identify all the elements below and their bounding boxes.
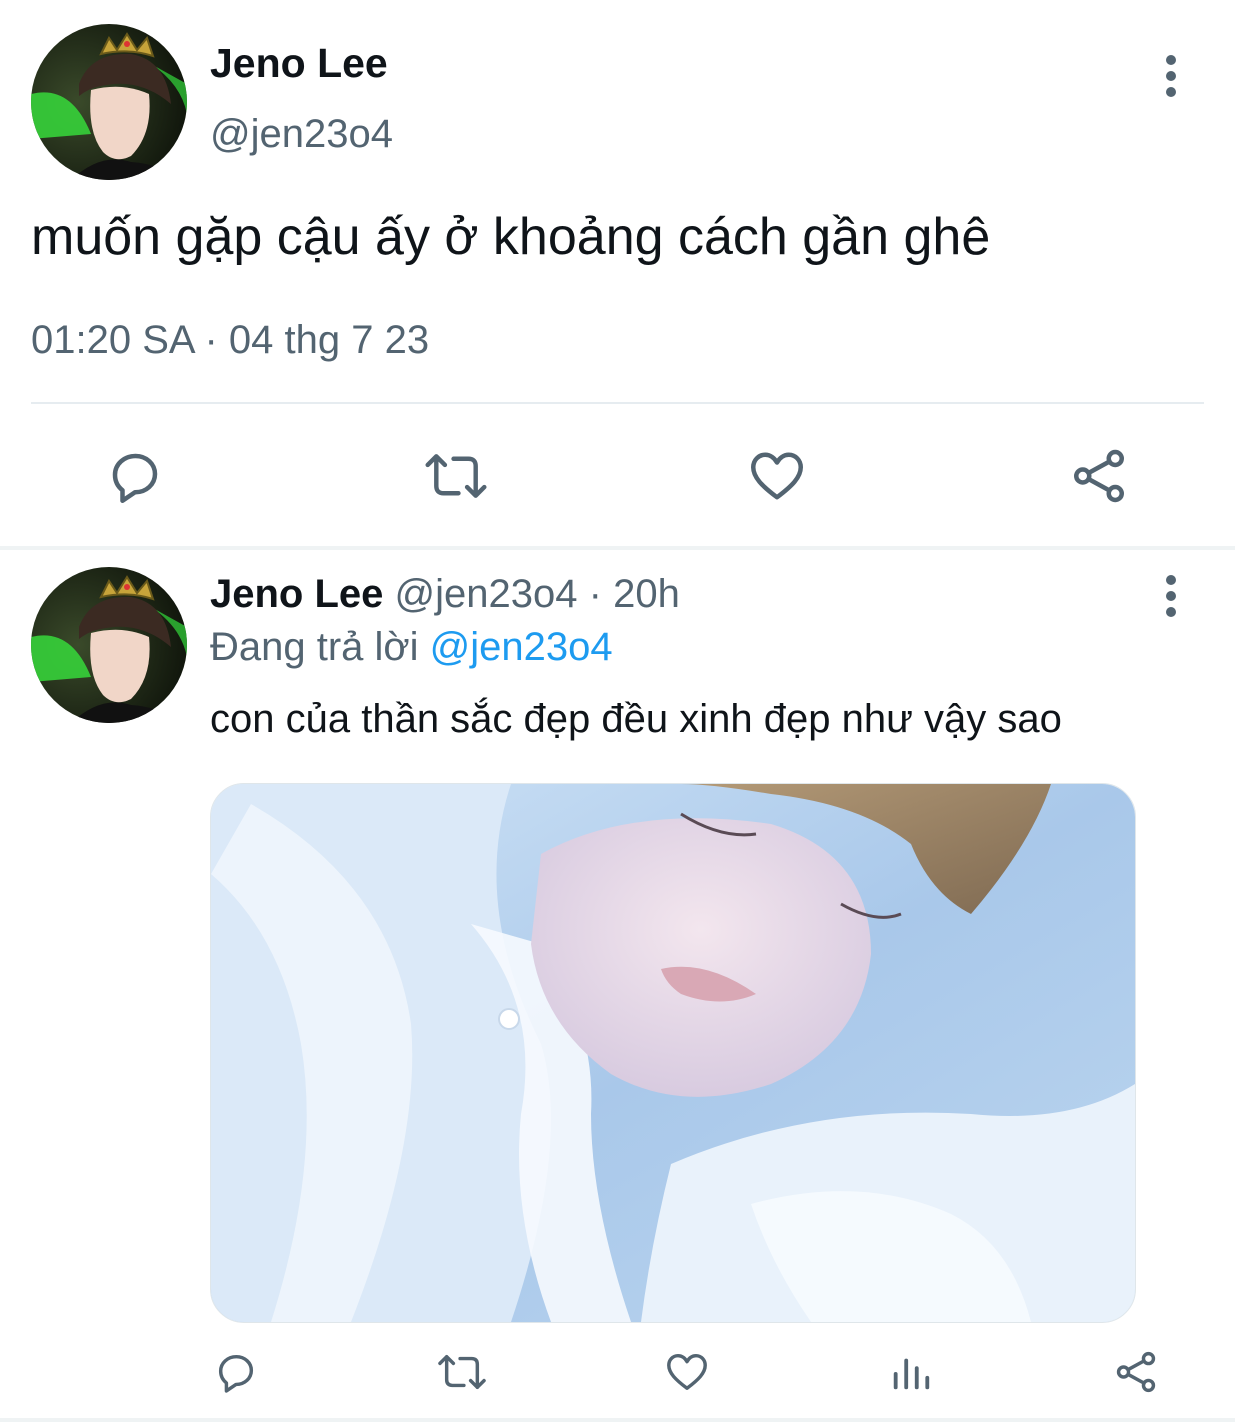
reply-text: con của thần sắc đẹp đều xinh đẹp như vậ…	[210, 697, 1062, 741]
retweet-button[interactable]	[416, 436, 496, 516]
author-name[interactable]: Jeno Lee	[210, 40, 388, 87]
photo-image	[211, 784, 1135, 1322]
reply-author-avatar[interactable]	[31, 567, 187, 723]
tweet-separator	[0, 546, 1235, 550]
reply-author-handle[interactable]: @jen23o4	[395, 572, 578, 616]
tweet-text: muốn gặp cậu ấy ở khoảng cách gần ghê	[31, 208, 991, 266]
vertical-dots-icon	[1166, 55, 1176, 97]
separator-dot: ·	[588, 572, 602, 616]
author-handle[interactable]: @jen23o4	[210, 112, 393, 157]
like-icon	[667, 1353, 707, 1391]
reply-more-options-button[interactable]	[1141, 556, 1201, 636]
reply-time[interactable]: 20h	[613, 572, 680, 616]
reply-icon	[112, 453, 158, 503]
like-button[interactable]	[737, 436, 817, 516]
share-icon	[1074, 449, 1124, 503]
reply-views-button[interactable]	[871, 1332, 951, 1412]
reply-share-button[interactable]	[1096, 1332, 1176, 1412]
reply-like-button[interactable]	[647, 1332, 727, 1412]
reply-author-name[interactable]: Jeno Lee	[210, 572, 383, 616]
replying-prefix: Đang trả lời	[210, 625, 419, 669]
author-avatar[interactable]	[31, 24, 187, 180]
retweet-icon	[425, 454, 487, 498]
attached-photo[interactable]	[210, 783, 1136, 1323]
replying-to-line: Đang trả lời @jen23o4	[210, 625, 613, 670]
reply-button[interactable]	[95, 436, 175, 516]
tweet-timestamp[interactable]: 01:20 SA · 04 thg 7 23	[31, 318, 429, 363]
like-icon	[751, 452, 803, 500]
replying-to-mention[interactable]: @jen23o4	[430, 625, 613, 669]
reply-icon	[218, 1354, 254, 1393]
avatar-photo	[31, 567, 187, 723]
views-icon	[893, 1358, 930, 1390]
reply-reply-button[interactable]	[196, 1332, 276, 1412]
share-button[interactable]	[1059, 436, 1139, 516]
divider	[31, 402, 1204, 404]
vertical-dots-icon	[1166, 575, 1176, 617]
more-options-button[interactable]	[1141, 36, 1201, 116]
reply-header: Jeno Lee @jen23o4 · 20h	[210, 572, 680, 617]
reply-retweet-button[interactable]	[422, 1332, 502, 1412]
avatar-photo	[31, 24, 187, 180]
bottom-separator	[0, 1418, 1235, 1422]
share-icon	[1116, 1351, 1156, 1393]
retweet-icon	[438, 1354, 486, 1390]
